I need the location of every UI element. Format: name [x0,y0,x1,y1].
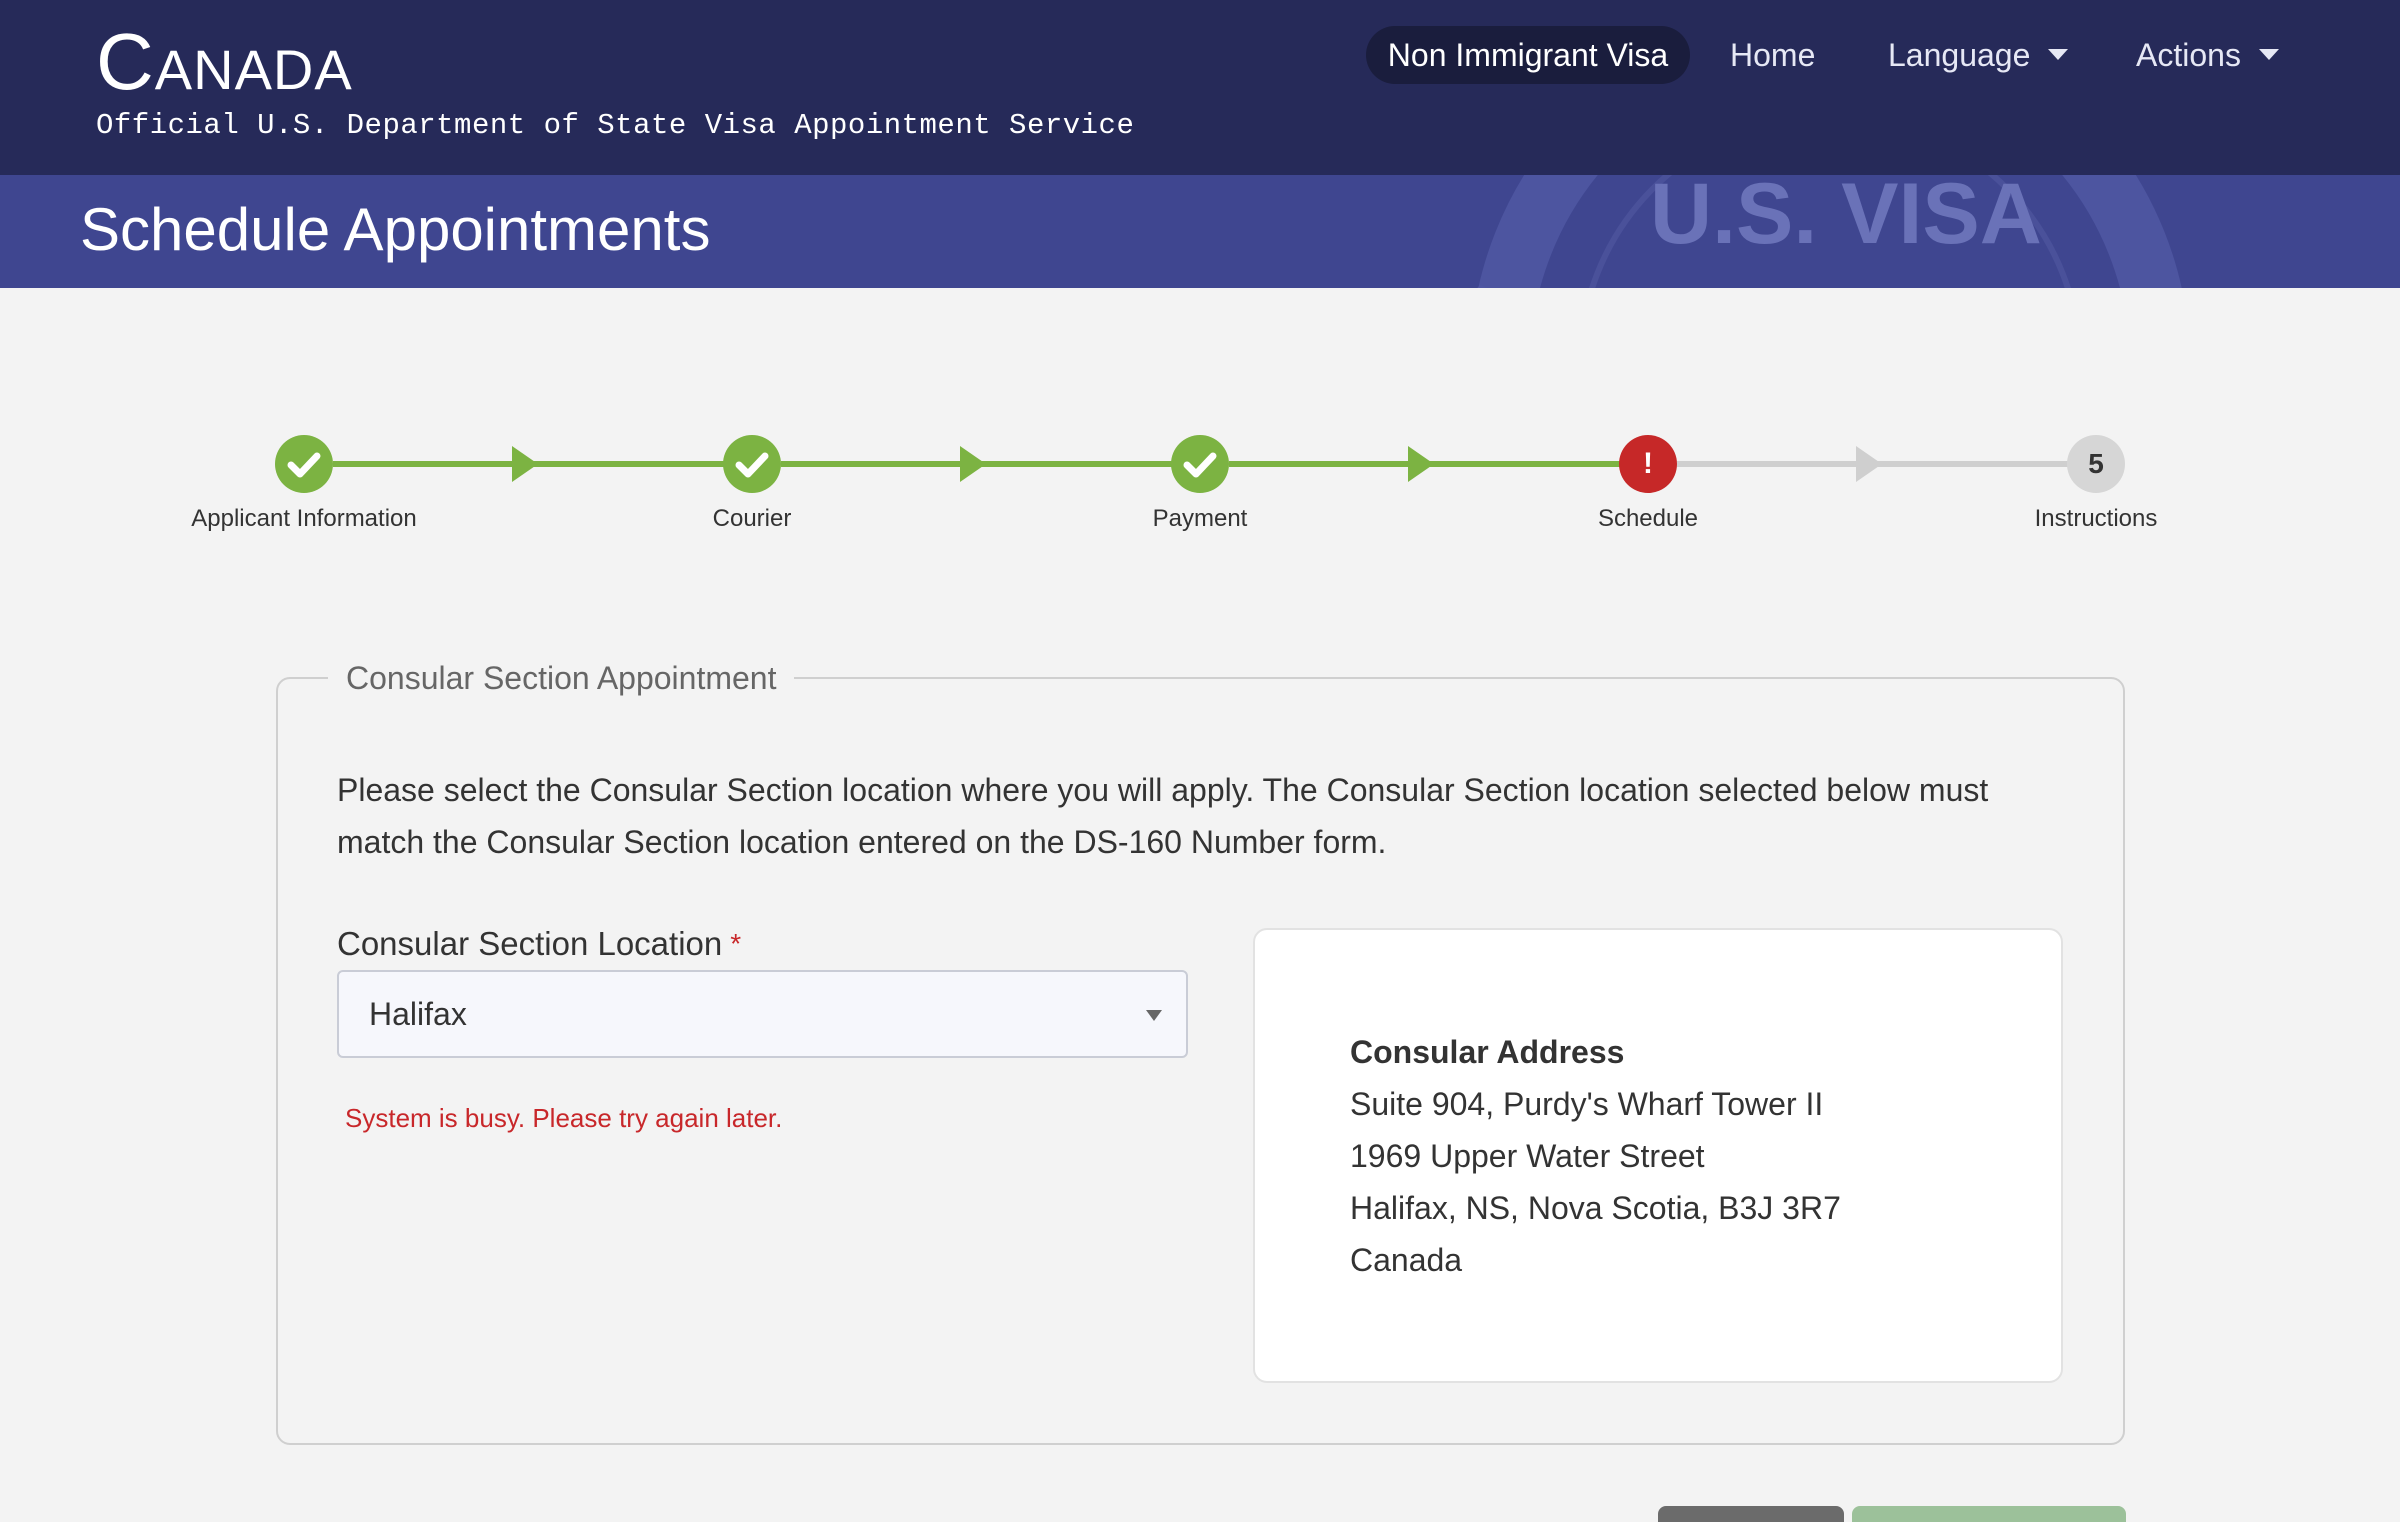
page-title: Schedule Appointments [80,196,711,263]
chevron-down-icon [1146,1010,1162,1021]
arrow-right-icon [1856,446,1882,482]
location-label-text: Consular Section Location [337,925,723,962]
address-line: 1969 Upper Water Street [1350,1138,1705,1174]
chevron-down-icon [2258,49,2279,61]
step-label-applicant-information: Applicant Information [191,505,417,532]
nav-home[interactable]: Home [1730,26,1815,84]
consular-location-select[interactable]: Halifax [337,970,1188,1058]
step-label-courier: Courier [712,505,792,532]
step-label-schedule: Schedule [1597,505,1699,532]
progress-stepper: ! 5 Applicant Information Courier Paymen… [0,420,2400,540]
step-label-payment: Payment [1152,505,1248,532]
nav-non-immigrant-visa[interactable]: Non Immigrant Visa [1366,26,1690,84]
page-banner: U.S. VISA Schedule Appointments [0,175,2400,288]
top-header: Canada Official U.S. Department of State… [0,0,2400,175]
seal-text: U.S. VISA [1650,175,2042,262]
error-message: System is busy. Please try again later. [345,1103,783,1133]
address-line: Canada [1350,1242,1463,1278]
nav-language-dropdown[interactable]: Language [1888,26,2069,84]
check-icon [723,435,781,493]
location-field-label: Consular Section Location * [337,920,741,968]
step-label-instructions: Instructions [2034,505,2158,532]
nav-actions-dropdown[interactable]: Actions [2136,26,2279,84]
next-button[interactable] [1852,1506,2126,1522]
required-marker: * [730,928,742,959]
step-connector [333,461,763,467]
check-icon [275,435,333,493]
address-line: Halifax, NS, Nova Scotia, B3J 3R7 [1350,1190,1841,1226]
arrow-right-icon [960,446,986,482]
step-connector [781,461,1211,467]
nav-actions-label: Actions [2136,37,2241,73]
visa-seal-watermark: U.S. VISA [1477,175,2182,288]
address-title: Consular Address [1350,1034,1625,1070]
error-icon: ! [1619,435,1677,493]
arrow-right-icon [1408,446,1434,482]
step-number-badge: 5 [2067,435,2125,493]
arrow-right-icon [512,446,538,482]
brand-subtitle: Official U.S. Department of State Visa A… [96,109,1135,142]
step-connector [1229,461,1659,467]
selected-location: Halifax [369,996,467,1032]
instructions-text: Please select the Consular Section locat… [337,772,1989,860]
panel-legend: Consular Section Appointment [328,656,795,700]
check-icon [1171,435,1229,493]
back-button[interactable] [1658,1506,1844,1522]
chevron-down-icon [2048,49,2069,61]
brand-title[interactable]: Canada [96,22,353,102]
address-line: Suite 904, Purdy's Wharf Tower II [1350,1086,1824,1122]
nav-language-label: Language [1888,37,2031,73]
